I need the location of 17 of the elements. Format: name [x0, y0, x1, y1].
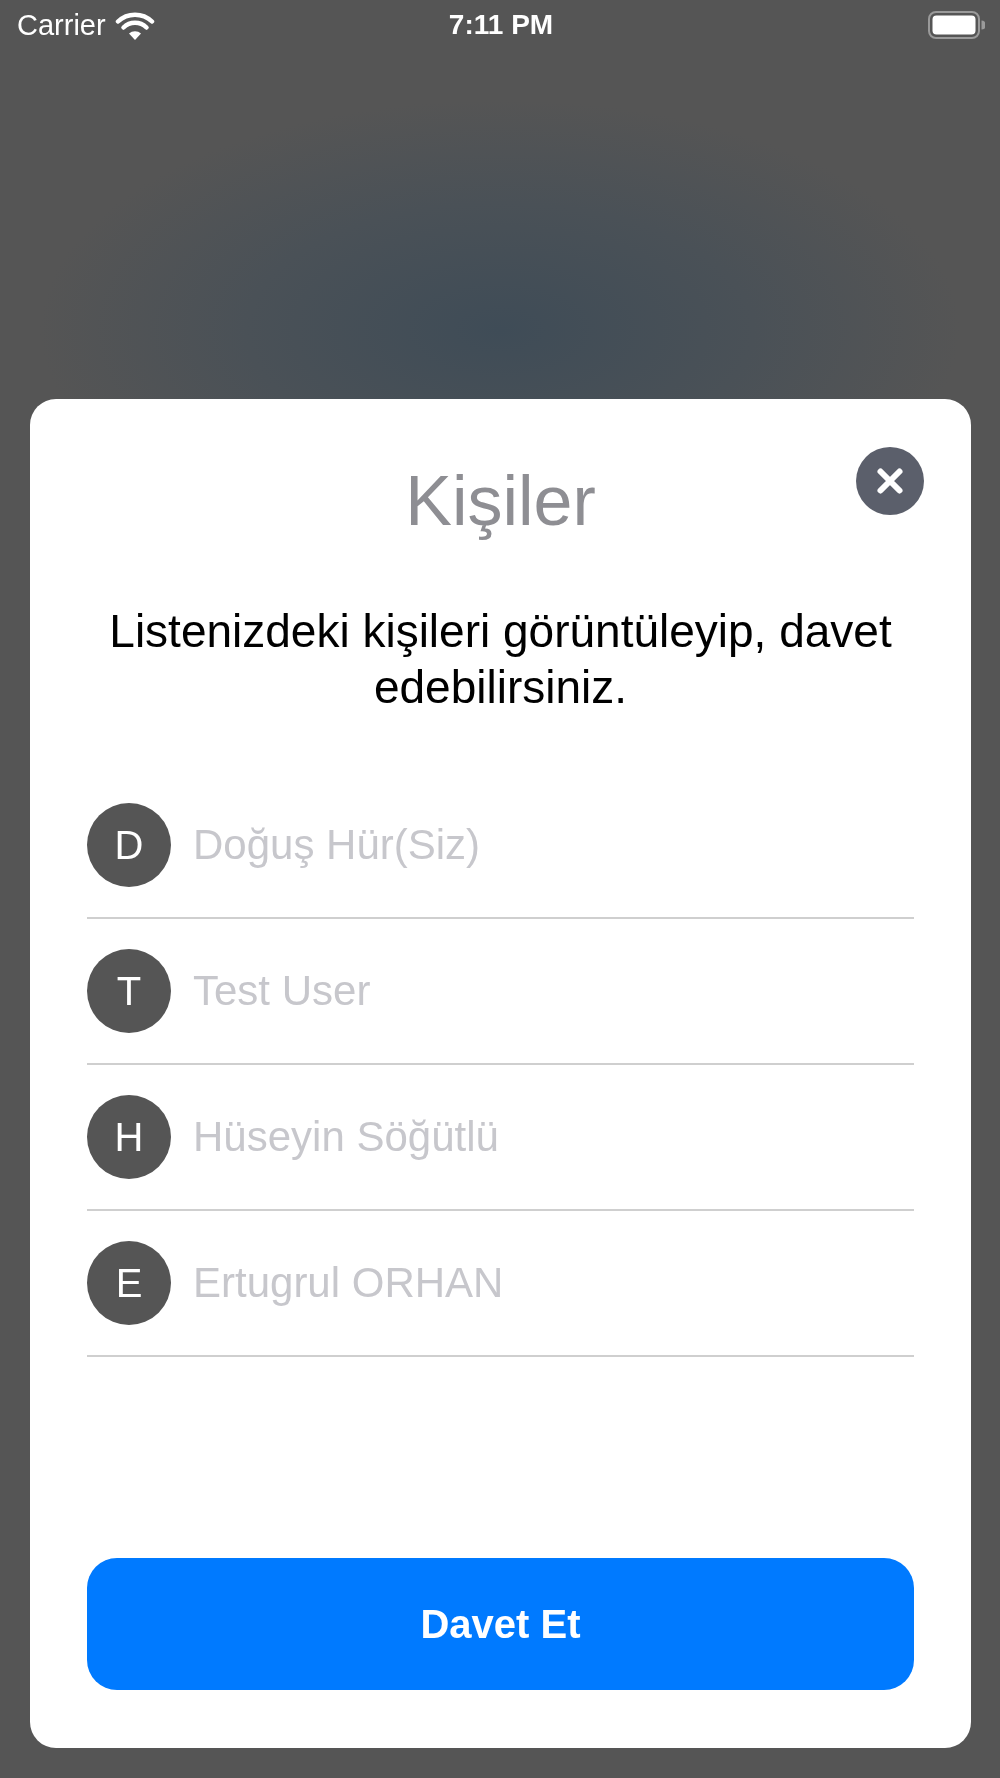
contact-avatar: E — [87, 1241, 171, 1325]
dialog-description: Listenizdeki kişileri görüntüleyip, davet edebilirsiniz. — [108, 604, 893, 715]
contact-name[interactable]: Test User — [193, 966, 371, 1016]
status-time: 7:11 PM — [448, 8, 554, 42]
battery-icon — [928, 11, 985, 39]
contact-name[interactable]: Hüseyin Söğütlü — [193, 1112, 499, 1162]
close-button[interactable] — [856, 447, 924, 515]
wifi-icon — [114, 10, 155, 40]
contact-avatar: D — [87, 803, 171, 887]
contact-name[interactable]: Ertugrul ORHAN — [193, 1258, 504, 1308]
close-icon — [856, 447, 924, 515]
contact-avatar: H — [87, 1095, 171, 1179]
dialog-title: Kişiler — [405, 461, 596, 541]
contact-name[interactable]: Doğuş Hür(Siz) — [193, 820, 481, 870]
contact-avatar: T — [87, 949, 171, 1033]
carrier-name: Carrier — [17, 8, 106, 42]
invite-button[interactable]: Davet Et — [87, 1558, 914, 1690]
